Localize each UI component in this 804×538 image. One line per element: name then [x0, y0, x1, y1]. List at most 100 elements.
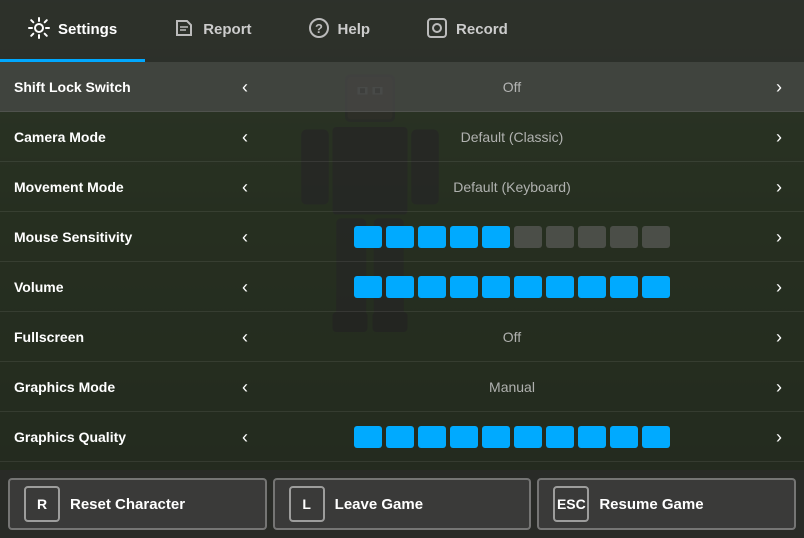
- slider-dot-9: [642, 276, 670, 298]
- action-label-resume: Resume Game: [599, 496, 703, 513]
- slider-dot-2: [418, 226, 446, 248]
- setting-row-camera-mode: Camera Mode‹Default (Classic)›: [0, 112, 804, 162]
- setting-label-graphics-quality: Graphics Quality: [14, 429, 234, 445]
- arrow-left-camera-mode[interactable]: ‹: [234, 124, 256, 150]
- setting-value-camera-mode: Default (Classic): [256, 129, 768, 145]
- setting-value-movement-mode: Default (Keyboard): [256, 179, 768, 195]
- slider-dot-6: [546, 426, 574, 448]
- slider-dot-8: [610, 426, 638, 448]
- action-btn-resume[interactable]: ESC Resume Game: [537, 478, 796, 530]
- setting-label-volume: Volume: [14, 279, 234, 295]
- slider-dot-1: [386, 226, 414, 248]
- slider-dot-7: [578, 426, 606, 448]
- arrow-left-mouse-sensitivity[interactable]: ‹: [234, 224, 256, 250]
- setting-control-camera-mode: ‹Default (Classic)›: [234, 124, 790, 150]
- arrow-left-volume[interactable]: ‹: [234, 274, 256, 300]
- slider-dot-5: [514, 276, 542, 298]
- slider-mouse-sensitivity[interactable]: [256, 226, 768, 248]
- slider-dot-8: [610, 276, 638, 298]
- key-badge-leave: L: [289, 486, 325, 522]
- arrow-left-shift-lock[interactable]: ‹: [234, 74, 256, 100]
- arrow-right-fullscreen[interactable]: ›: [768, 324, 790, 350]
- setting-row-mouse-sensitivity: Mouse Sensitivity‹›: [0, 212, 804, 262]
- top-nav: Settings Report? Help Record: [0, 0, 804, 62]
- setting-row-graphics-mode: Graphics Mode‹Manual›: [0, 362, 804, 412]
- setting-label-movement-mode: Movement Mode: [14, 179, 234, 195]
- slider-dot-9: [642, 226, 670, 248]
- slider-dot-6: [546, 226, 574, 248]
- setting-row-fullscreen: Fullscreen‹Off›: [0, 312, 804, 362]
- record-label: Record: [456, 21, 508, 38]
- setting-label-shift-lock: Shift Lock Switch: [14, 79, 234, 95]
- report-label: Report: [203, 21, 251, 38]
- action-label-leave: Leave Game: [335, 496, 423, 513]
- setting-control-graphics-quality: ‹›: [234, 424, 790, 450]
- setting-control-mouse-sensitivity: ‹›: [234, 224, 790, 250]
- setting-row-movement-mode: Movement Mode‹Default (Keyboard)›: [0, 162, 804, 212]
- setting-label-graphics-mode: Graphics Mode: [14, 379, 234, 395]
- setting-row-volume: Volume‹›: [0, 262, 804, 312]
- nav-tab-report[interactable]: Report: [145, 0, 279, 62]
- arrow-left-graphics-quality[interactable]: ‹: [234, 424, 256, 450]
- slider-dot-8: [610, 226, 638, 248]
- slider-dot-4: [482, 426, 510, 448]
- slider-dot-7: [578, 276, 606, 298]
- slider-dot-2: [418, 426, 446, 448]
- setting-value-shift-lock: Off: [256, 79, 768, 95]
- bottom-bar: RReset Character L Leave Game ESC Resume Gam…: [0, 470, 804, 538]
- action-btn-leave[interactable]: L Leave Game: [273, 478, 532, 530]
- slider-dot-1: [386, 276, 414, 298]
- slider-volume[interactable]: [256, 276, 768, 298]
- arrow-right-graphics-mode[interactable]: ›: [768, 374, 790, 400]
- slider-dot-4: [482, 276, 510, 298]
- setting-value-graphics-mode: Manual: [256, 379, 768, 395]
- slider-dot-3: [450, 276, 478, 298]
- slider-graphics-quality[interactable]: [256, 426, 768, 448]
- setting-label-fullscreen: Fullscreen: [14, 329, 234, 345]
- settings-content: Shift Lock Switch‹Off›Camera Mode‹Defaul…: [0, 62, 804, 470]
- arrow-right-movement-mode[interactable]: ›: [768, 174, 790, 200]
- help-icon: ?: [308, 17, 330, 43]
- nav-tab-help[interactable]: ? Help: [280, 0, 399, 62]
- setting-label-mouse-sensitivity: Mouse Sensitivity: [14, 229, 234, 245]
- slider-dot-3: [450, 426, 478, 448]
- setting-row-graphics-quality: Graphics Quality‹›: [0, 412, 804, 462]
- setting-control-volume: ‹›: [234, 274, 790, 300]
- slider-dot-5: [514, 226, 542, 248]
- slider-dot-3: [450, 226, 478, 248]
- record-icon: [426, 17, 448, 43]
- slider-dot-2: [418, 276, 446, 298]
- action-btn-reset[interactable]: RReset Character: [8, 478, 267, 530]
- setting-value-fullscreen: Off: [256, 329, 768, 345]
- arrow-right-mouse-sensitivity[interactable]: ›: [768, 224, 790, 250]
- slider-dot-4: [482, 226, 510, 248]
- key-badge-resume: ESC: [553, 486, 589, 522]
- report-icon: [173, 17, 195, 43]
- slider-dot-7: [578, 226, 606, 248]
- help-label: Help: [338, 21, 371, 38]
- slider-dot-6: [546, 276, 574, 298]
- setting-control-shift-lock: ‹Off›: [234, 74, 790, 100]
- action-label-reset: Reset Character: [70, 496, 185, 513]
- settings-label: Settings: [58, 21, 117, 38]
- setting-label-camera-mode: Camera Mode: [14, 129, 234, 145]
- setting-row-shift-lock: Shift Lock Switch‹Off›: [0, 62, 804, 112]
- arrow-right-volume[interactable]: ›: [768, 274, 790, 300]
- settings-icon: [28, 17, 50, 43]
- arrow-right-shift-lock[interactable]: ›: [768, 74, 790, 100]
- nav-tab-settings[interactable]: Settings: [0, 0, 145, 62]
- arrow-left-movement-mode[interactable]: ‹: [234, 174, 256, 200]
- setting-control-graphics-mode: ‹Manual›: [234, 374, 790, 400]
- arrow-right-graphics-quality[interactable]: ›: [768, 424, 790, 450]
- slider-dot-0: [354, 276, 382, 298]
- slider-dot-5: [514, 426, 542, 448]
- arrow-right-camera-mode[interactable]: ›: [768, 124, 790, 150]
- setting-control-movement-mode: ‹Default (Keyboard)›: [234, 174, 790, 200]
- arrow-left-graphics-mode[interactable]: ‹: [234, 374, 256, 400]
- slider-dot-9: [642, 426, 670, 448]
- svg-text:?: ?: [315, 21, 323, 36]
- setting-control-fullscreen: ‹Off›: [234, 324, 790, 350]
- slider-dot-0: [354, 426, 382, 448]
- nav-tab-record[interactable]: Record: [398, 0, 536, 62]
- arrow-left-fullscreen[interactable]: ‹: [234, 324, 256, 350]
